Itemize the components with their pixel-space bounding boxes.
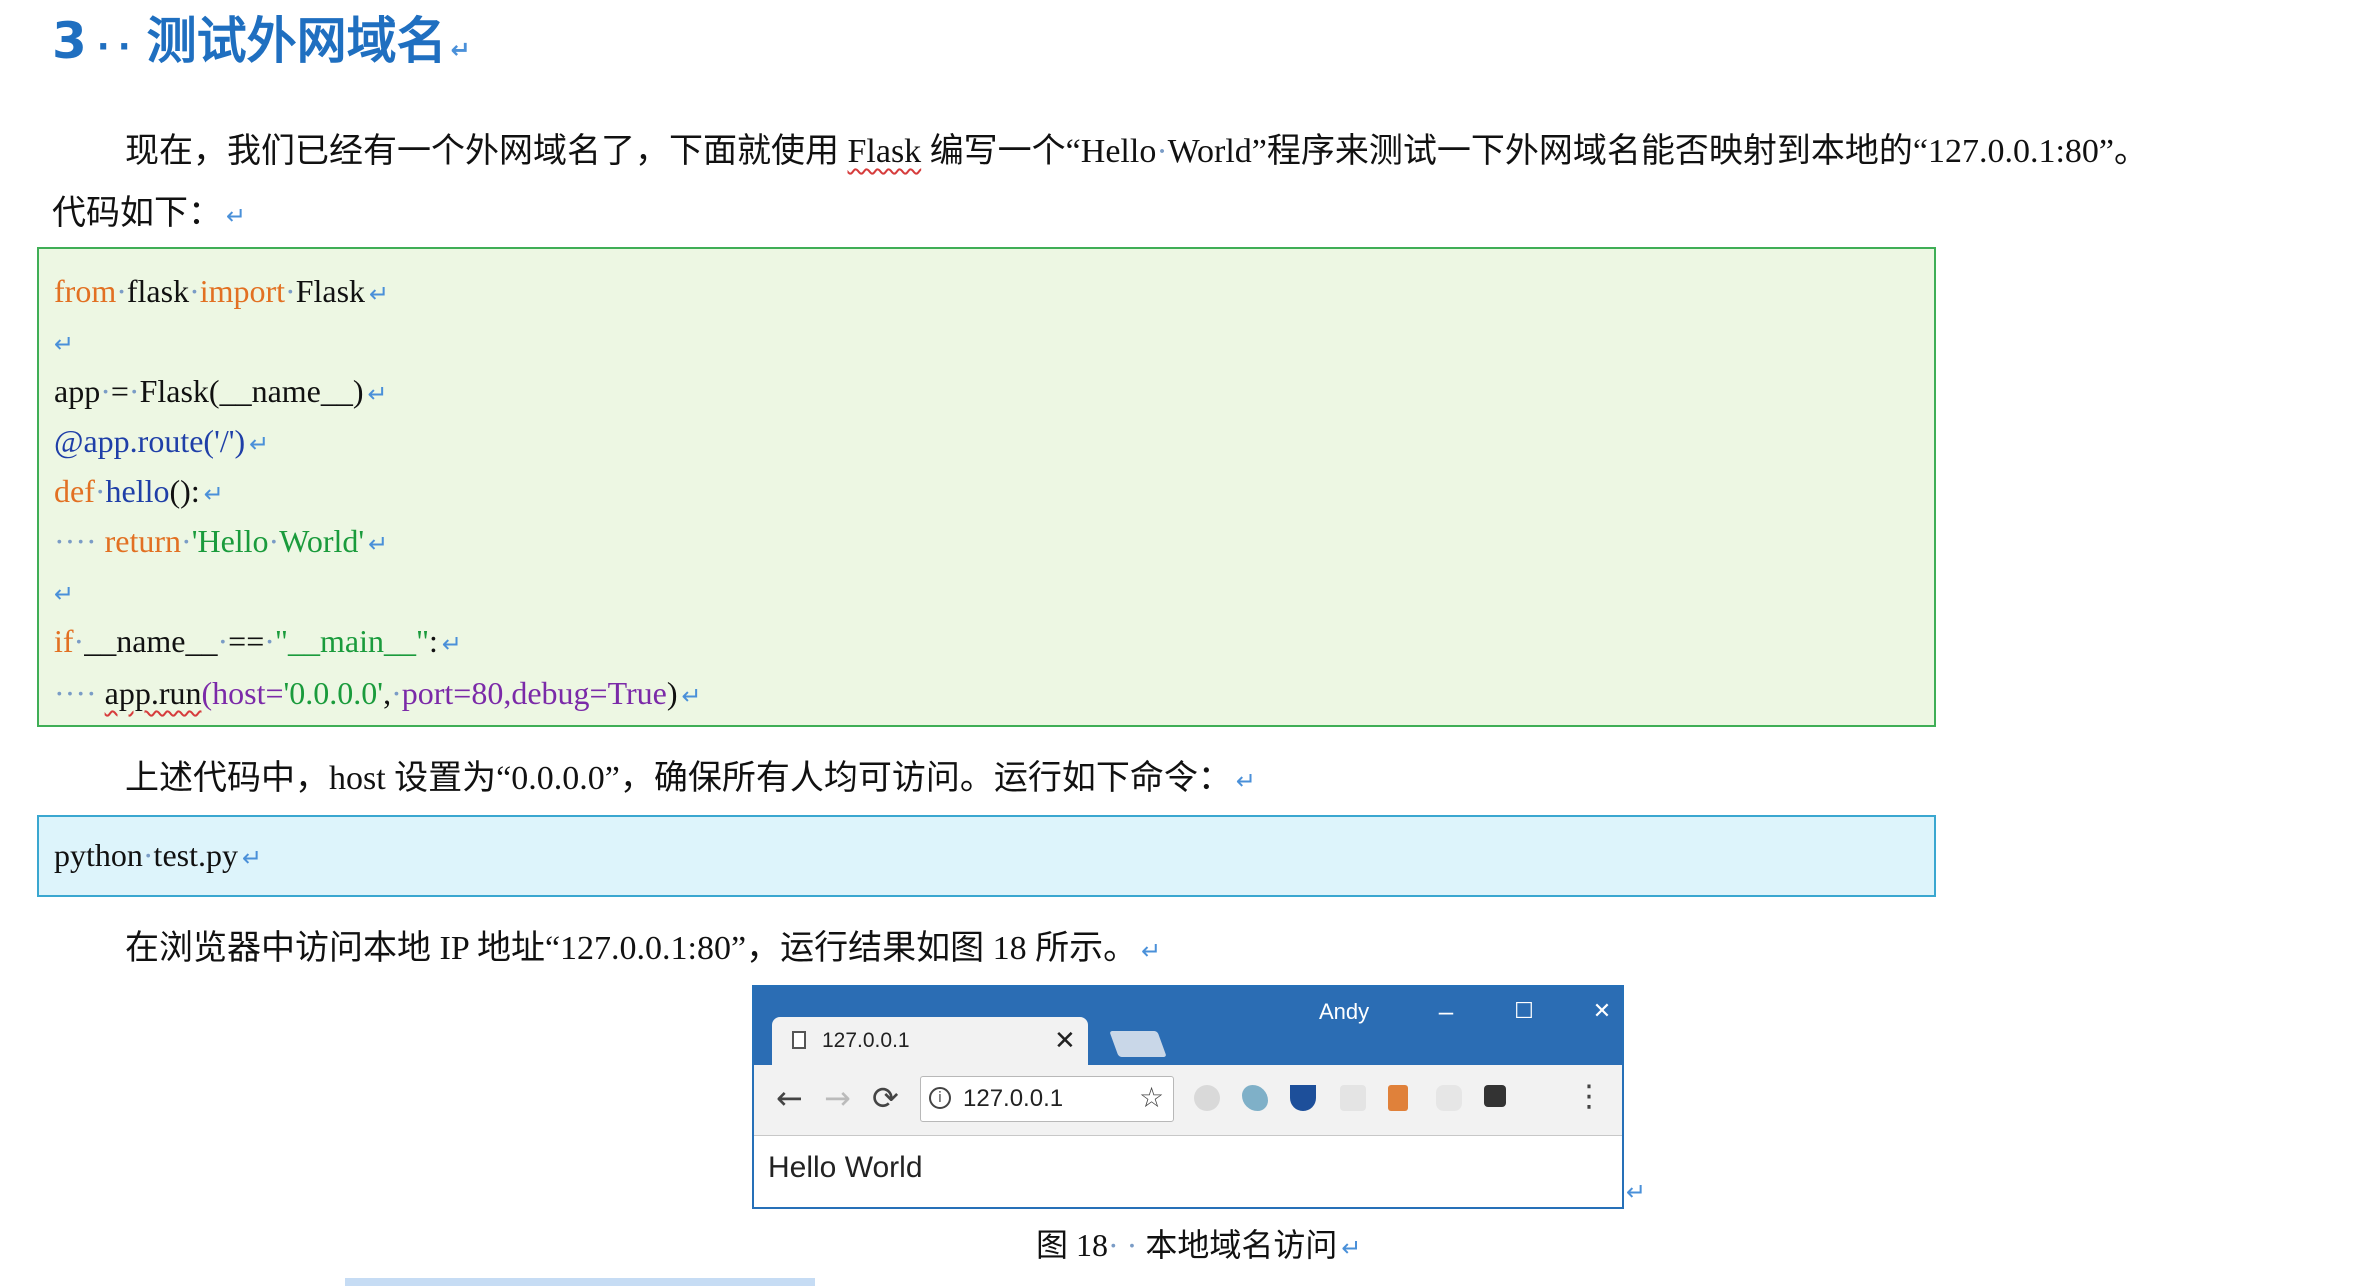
browser-titlebar: Andy – ☐ ✕ 127.0.0.1 ✕ (754, 987, 1622, 1067)
paragraph-mark-icon: ↵ (226, 202, 247, 230)
info-icon[interactable]: i (929, 1087, 951, 1109)
menu-icon[interactable]: ⋮ (1574, 1079, 1604, 1115)
code-line-6: ···· return·'Hello·World' ↵ (54, 523, 389, 559)
paragraph-mark-icon: ↵ (1141, 937, 1162, 965)
code-line-1: from·flask·import·Flask ↵ (54, 273, 390, 309)
browser-toolbar: ← → ⟳ i 127.0.0.1 ☆ ⋮ (754, 1065, 1622, 1136)
tab-close-icon[interactable]: ✕ (1054, 1025, 1076, 1056)
intro-paragraph-line2: 代码如下： ↵ (52, 195, 247, 232)
fox-mask-icon[interactable] (1436, 1085, 1462, 1111)
intro-paragraph-line1: 现在，我们已经有一个外网域名了，下面就使用 Flask 编写一个“Hello·W… (125, 133, 2149, 170)
command-block: python·test.py ↵ (37, 815, 1936, 897)
star-icon[interactable]: ☆ (1139, 1081, 1164, 1114)
paragraph-mark-icon: ↵ (450, 36, 471, 64)
maximize-icon[interactable]: ☐ (1504, 993, 1544, 1029)
pilcrow-icon[interactable] (1388, 1085, 1408, 1111)
caption-text: 本地域名访问 (1145, 1227, 1338, 1263)
code-line-7: ↵ (54, 580, 75, 608)
code-block: from·flask·import·Flask ↵ ↵ app·=·Flask(_… (37, 247, 1936, 727)
browser-screenshot-figure: Andy – ☐ ✕ 127.0.0.1 ✕ ← → ⟳ i 127.0.0.1… (752, 985, 1624, 1209)
flask-word: Flask (847, 133, 922, 170)
v-shield-icon[interactable] (1290, 1085, 1316, 1111)
code-line-2: ↵ (54, 330, 75, 358)
code-line-5: def·hello(): ↵ (54, 473, 224, 509)
section-number: 3 (52, 12, 87, 70)
page-icon (792, 1031, 806, 1049)
page-content-text: Hello World (768, 1151, 923, 1184)
section-title: 测试外网域名 (146, 12, 447, 70)
code-line-3: app·=·Flask(__name__) ↵ (54, 373, 388, 409)
paragraph-mark-icon: ↵ (1341, 1234, 1362, 1262)
section-heading: 3 ·· 测试外网域名 ↵ (52, 12, 471, 70)
bird-icon[interactable] (1242, 1085, 1268, 1111)
profile-name[interactable]: Andy (1319, 999, 1369, 1025)
caption-label: 图 18 (1036, 1227, 1109, 1263)
back-arrow-icon[interactable]: ← (776, 1078, 803, 1118)
command-line: python·test.py ↵ (54, 837, 263, 873)
browser-tab[interactable]: 127.0.0.1 ✕ (772, 1017, 1088, 1067)
gray-ball-icon[interactable] (1194, 1085, 1220, 1111)
paragraph-mark-icon: ↵ (1235, 767, 1256, 795)
code-line-9: ···· app.run(host='0.0.0.0',·port=80,deb… (54, 675, 702, 711)
forward-arrow-icon[interactable]: → (824, 1078, 851, 1118)
selection-highlight (345, 1278, 815, 1286)
browser-note-paragraph: 在浏览器中访问本地 IP 地址“127.0.0.1:80”，运行结果如图 18 … (125, 930, 1162, 967)
x-box-icon[interactable] (1484, 1085, 1506, 1107)
host-note-paragraph: 上述代码中，host 设置为“0.0.0.0”，确保所有人均可访问。运行如下命令… (125, 760, 1256, 797)
paragraph-mark-icon: ↵ (1626, 1178, 1647, 1206)
url-text[interactable]: 127.0.0.1 (963, 1085, 1063, 1113)
figure-caption: 图 18· · 本地域名访问 ↵ (1036, 1227, 1362, 1263)
new-tab-button[interactable] (1109, 1031, 1167, 1057)
code-line-4: @app.route('/') ↵ (54, 423, 270, 459)
minimize-icon[interactable]: – (1426, 993, 1466, 1029)
reload-icon[interactable]: ⟳ (872, 1078, 899, 1118)
address-bar[interactable]: i 127.0.0.1 ☆ (920, 1076, 1174, 1122)
a-icon[interactable] (1340, 1085, 1366, 1111)
code-line-8: if·__name__·==·"__main__": ↵ (54, 623, 463, 659)
close-icon[interactable]: ✕ (1582, 993, 1622, 1029)
tab-title: 127.0.0.1 (822, 1029, 910, 1052)
